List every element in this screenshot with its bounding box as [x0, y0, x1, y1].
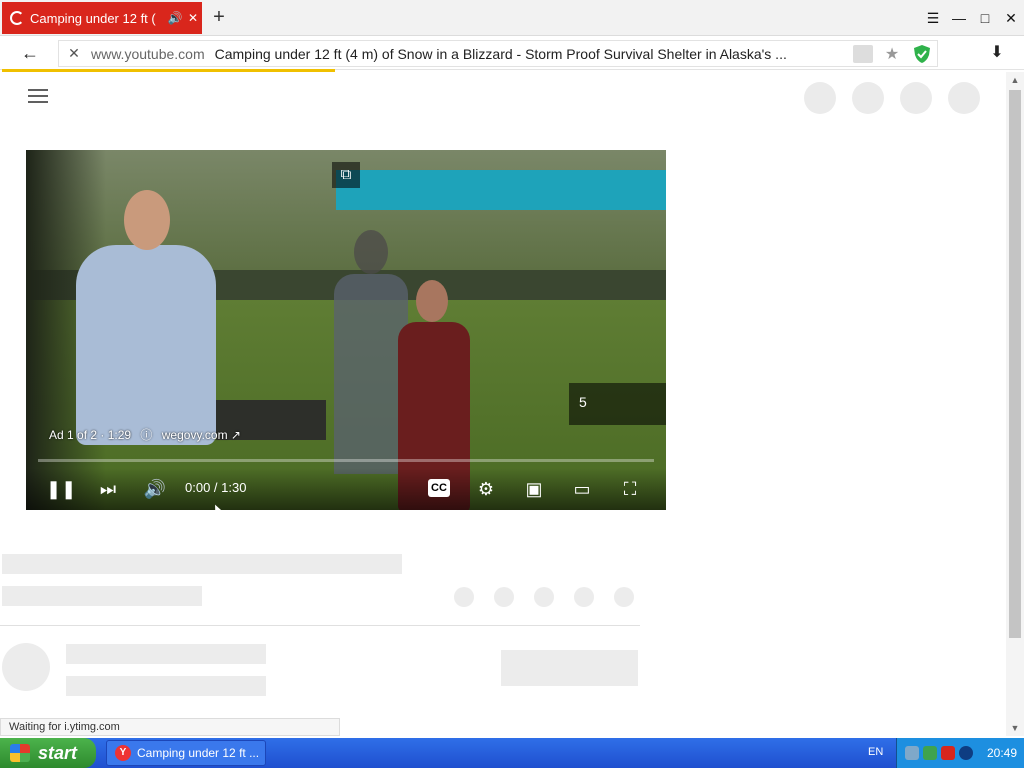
- player-controls: ❚❚ ⏭ 🔊 0:00 / 1:30 CC ⚙ ▣ ▭ ⛶: [26, 468, 666, 510]
- maximize-button[interactable]: □: [972, 0, 998, 36]
- start-label: start: [38, 742, 78, 763]
- meta-placeholder: [2, 586, 202, 606]
- windows-logo-icon: [10, 744, 30, 762]
- action-placeholder: [494, 587, 514, 607]
- network-icon[interactable]: [905, 746, 919, 760]
- video-frame-person: [66, 190, 226, 490]
- channel-avatar-placeholder: [2, 643, 50, 691]
- placeholder-circle: [852, 82, 884, 114]
- ad-domain-link[interactable]: wegovy.com: [162, 428, 228, 442]
- pause-button[interactable]: ❚❚: [46, 474, 76, 504]
- skip-ad-countdown[interactable]: 5: [569, 383, 666, 425]
- miniplayer-icon[interactable]: ▣: [519, 474, 549, 504]
- url-host: www.youtube.com: [91, 45, 205, 62]
- guide-menu-icon[interactable]: [28, 89, 48, 105]
- page-scrollbar[interactable]: ▲ ▼: [1006, 72, 1024, 736]
- omnibox[interactable]: ✕ www.youtube.com Camping under 12 ft (4…: [58, 40, 938, 67]
- loading-spinner-icon: [10, 11, 24, 25]
- fullscreen-icon[interactable]: ⛶: [615, 474, 645, 504]
- update-icon[interactable]: [959, 746, 973, 760]
- start-button[interactable]: start: [0, 738, 96, 768]
- header-action-placeholders: [804, 82, 980, 114]
- channel-meta-placeholder: [66, 676, 266, 696]
- page-content: ⧉ 5 Ad 1 of 2 · 1:29 ⓘ wegovy.com ↗ ❚❚ ⏭…: [0, 72, 1006, 736]
- video-frame-banner: [336, 170, 666, 210]
- url-page-title: Camping under 12 ft (4 m) of Snow in a B…: [214, 45, 787, 62]
- antivirus-icon[interactable]: [941, 746, 955, 760]
- channel-name-placeholder: [66, 644, 266, 664]
- close-window-button[interactable]: ✕: [998, 0, 1024, 36]
- video-player[interactable]: ⧉ 5 Ad 1 of 2 · 1:29 ⓘ wegovy.com ↗ ❚❚ ⏭…: [26, 150, 666, 510]
- action-placeholder: [534, 587, 554, 607]
- clock: 20:49: [987, 746, 1018, 760]
- title-placeholder: [2, 554, 402, 574]
- taskbar: start Y Camping under 12 ft ... EN 20:49: [0, 738, 1024, 768]
- scroll-up-icon[interactable]: ▲: [1006, 72, 1024, 88]
- progress-bar[interactable]: [38, 459, 654, 462]
- download-icon[interactable]: ⬇: [986, 42, 1008, 64]
- audio-playing-icon[interactable]: 🔊: [166, 11, 184, 25]
- window-controls: ☰ — □ ✕: [920, 0, 1024, 36]
- captions-icon[interactable]: CC: [428, 479, 450, 497]
- lock-icon[interactable]: [853, 44, 873, 63]
- taskbar-browser-window[interactable]: Y Camping under 12 ft ...: [106, 740, 266, 766]
- yandex-browser-icon: Y: [115, 745, 131, 761]
- placeholder-circle: [948, 82, 980, 114]
- time-display: 0:00 / 1:30: [185, 480, 247, 495]
- divider: [0, 625, 640, 626]
- browser-tab[interactable]: Camping under 12 ft ( 🔊 ✕: [2, 2, 202, 34]
- taskbar-window-title: Camping under 12 ft ...: [137, 746, 260, 760]
- scrollbar-thumb[interactable]: [1009, 90, 1021, 638]
- status-bar: Waiting for i.ytimg.com: [0, 718, 340, 736]
- info-icon[interactable]: ⓘ: [140, 428, 152, 442]
- settings-gear-icon[interactable]: ⚙: [471, 474, 501, 504]
- open-external-icon[interactable]: ⧉: [332, 162, 360, 188]
- security-icon[interactable]: [923, 746, 937, 760]
- ad-label: Ad 1 of 2 · 1:29: [49, 428, 132, 442]
- action-placeholder: [574, 587, 594, 607]
- tab-strip: Camping under 12 ft ( 🔊 ✕ + ☰ — □ ✕: [0, 0, 1024, 36]
- stop-loading-icon[interactable]: ✕: [59, 45, 89, 62]
- scroll-down-icon[interactable]: ▼: [1006, 720, 1024, 736]
- action-placeholder: [614, 587, 634, 607]
- browser-menu-icon[interactable]: ☰: [920, 0, 946, 36]
- placeholder-circle: [900, 82, 932, 114]
- new-tab-button[interactable]: +: [208, 6, 230, 28]
- system-tray: 20:49: [896, 738, 1024, 768]
- external-link-icon[interactable]: ↗: [231, 428, 241, 442]
- theater-mode-icon[interactable]: ▭: [567, 474, 597, 504]
- next-button[interactable]: ⏭: [93, 474, 123, 504]
- minimize-button[interactable]: —: [946, 0, 972, 36]
- placeholder-circle: [804, 82, 836, 114]
- subscribe-placeholder: [501, 650, 638, 686]
- ad-info: Ad 1 of 2 · 1:29 ⓘ wegovy.com ↗: [49, 426, 241, 443]
- language-indicator[interactable]: EN: [868, 746, 883, 758]
- action-placeholder: [454, 587, 474, 607]
- address-bar: ← ✕ www.youtube.com Camping under 12 ft …: [0, 36, 1024, 70]
- protect-shield-icon[interactable]: [911, 44, 933, 64]
- tab-close-icon[interactable]: ✕: [184, 11, 202, 25]
- volume-icon[interactable]: 🔊: [140, 474, 170, 504]
- back-button[interactable]: ←: [18, 42, 42, 64]
- bookmark-star-icon[interactable]: ★: [881, 44, 903, 64]
- tab-title: Camping under 12 ft (: [30, 10, 156, 26]
